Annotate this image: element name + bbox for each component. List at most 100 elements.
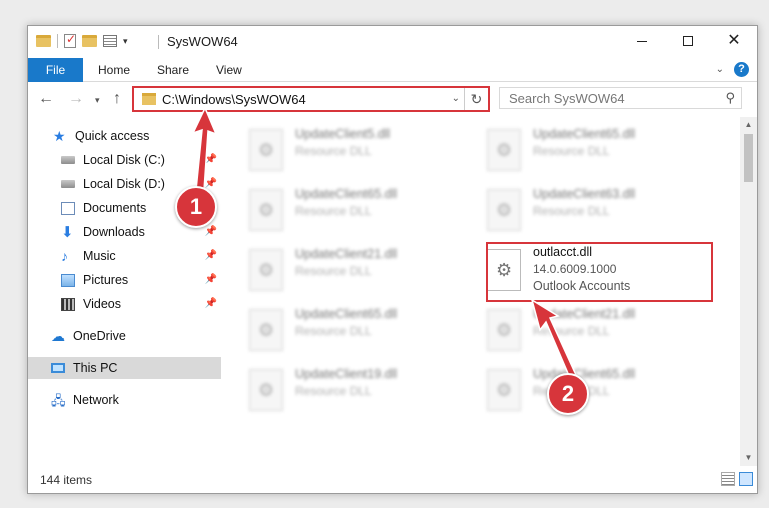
highlight-box bbox=[486, 242, 713, 302]
pin-icon[interactable]: 📌 bbox=[205, 274, 217, 285]
dll-file-icon bbox=[487, 189, 521, 231]
sidebar-item-label: Documents bbox=[83, 201, 147, 215]
star-icon: ★ bbox=[53, 127, 66, 144]
file-type: Resource DLL bbox=[533, 144, 610, 158]
dll-file-icon bbox=[249, 369, 283, 411]
details-view-icon[interactable] bbox=[721, 472, 735, 486]
sidebar-item-label: Local Disk (C:) bbox=[83, 153, 165, 167]
file-name: UpdateClient65.dll bbox=[533, 127, 636, 141]
maximize-button[interactable] bbox=[665, 26, 711, 56]
callout-badge-1: 1 bbox=[175, 186, 217, 228]
recent-locations-icon[interactable]: ▾ bbox=[95, 95, 100, 106]
file-item[interactable]: UpdateClient65.dll Resource DLL bbox=[463, 123, 693, 177]
pin-icon[interactable]: 📌 bbox=[205, 250, 217, 261]
navigation-row: ← → ▾ ↑ C:\Windows\SysWOW64 ⌄ ↻ Search S… bbox=[28, 83, 757, 117]
file-item[interactable]: UpdateClient19.dll Resource DLL bbox=[225, 363, 455, 417]
file-item[interactable]: UpdateClient21.dll Resource DLL bbox=[463, 303, 693, 357]
file-name: UpdateClient65.dll bbox=[295, 307, 398, 321]
scroll-up-icon[interactable]: ▲ bbox=[740, 117, 757, 133]
file-type: Resource DLL bbox=[533, 324, 610, 338]
customize-icon[interactable] bbox=[103, 35, 117, 47]
pin-icon[interactable]: 📌 bbox=[205, 154, 217, 165]
file-type: Resource DLL bbox=[295, 144, 372, 158]
help-icon[interactable]: ? bbox=[734, 62, 749, 77]
file-type: Resource DLL bbox=[295, 384, 372, 398]
expand-ribbon-icon[interactable]: ⌄ bbox=[716, 64, 724, 75]
sidebar-item-music[interactable]: ♪ Music 📌 bbox=[28, 245, 221, 267]
file-name: UpdateClient19.dll bbox=[295, 367, 398, 381]
sidebar-item-network[interactable]: 🖧 Network bbox=[28, 389, 221, 411]
file-item[interactable]: UpdateClient5.dll Resource DLL bbox=[225, 123, 455, 177]
file-name: UpdateClient21.dll bbox=[295, 247, 398, 261]
sidebar-item-quick-access[interactable]: ★ Quick access bbox=[28, 125, 221, 147]
pin-icon[interactable]: 📌 bbox=[205, 298, 217, 309]
item-count: 144 items bbox=[40, 473, 93, 487]
back-button[interactable]: ← bbox=[38, 90, 54, 108]
sidebar-item-onedrive[interactable]: ☁ OneDrive bbox=[28, 325, 221, 347]
minimize-icon bbox=[637, 40, 647, 42]
file-item[interactable]: UpdateClient21.dll Resource DLL bbox=[225, 243, 455, 297]
chevron-down-icon[interactable]: ▾ bbox=[123, 36, 128, 47]
sidebar-item-label: Quick access bbox=[75, 129, 150, 143]
dll-file-icon bbox=[249, 249, 283, 291]
address-bar[interactable]: C:\Windows\SysWOW64 ⌄ ↻ bbox=[132, 86, 490, 112]
tab-share[interactable]: Share bbox=[157, 58, 189, 82]
close-icon: ✕ bbox=[727, 32, 741, 49]
tab-view[interactable]: View bbox=[216, 58, 242, 82]
new-folder-icon[interactable] bbox=[82, 35, 97, 47]
music-icon: ♪ bbox=[61, 247, 68, 264]
address-path[interactable]: C:\Windows\SysWOW64 bbox=[162, 92, 306, 107]
sidebar-item-label: Network bbox=[73, 393, 119, 407]
file-type: Resource DLL bbox=[295, 324, 372, 338]
pin-icon[interactable]: 📌 bbox=[205, 178, 217, 189]
window-title: SysWOW64 bbox=[167, 34, 238, 49]
title-divider bbox=[158, 35, 159, 49]
dll-file-icon bbox=[487, 309, 521, 351]
file-item[interactable]: UpdateClient65.dll Resource DLL bbox=[225, 303, 455, 357]
status-bar: 144 items bbox=[28, 467, 757, 493]
sidebar-item-videos[interactable]: Videos 📌 bbox=[28, 293, 221, 315]
properties-check-icon[interactable] bbox=[64, 32, 76, 48]
minimize-button[interactable] bbox=[619, 26, 665, 56]
dll-file-icon bbox=[487, 369, 521, 411]
dll-file-icon bbox=[487, 129, 521, 171]
cloud-icon: ☁ bbox=[51, 327, 65, 344]
dll-file-icon bbox=[249, 129, 283, 171]
tab-home[interactable]: Home bbox=[98, 58, 130, 82]
search-placeholder[interactable]: Search SysWOW64 bbox=[509, 91, 625, 106]
scroll-down-icon[interactable]: ▼ bbox=[740, 450, 757, 466]
folder-icon bbox=[142, 93, 156, 105]
close-button[interactable]: ✕ bbox=[711, 26, 757, 56]
drive-icon bbox=[61, 156, 75, 164]
chevron-down-icon[interactable]: ⌄ bbox=[452, 93, 460, 104]
network-icon: 🖧 bbox=[51, 392, 66, 408]
scroll-thumb[interactable] bbox=[744, 134, 753, 182]
file-item[interactable]: UpdateClient63.dll Resource DLL bbox=[463, 183, 693, 237]
quick-access-toolbar: ▾ bbox=[36, 32, 128, 48]
sidebar-item-local-disk-c[interactable]: Local Disk (C:) 📌 bbox=[28, 149, 221, 171]
videos-icon bbox=[61, 297, 75, 311]
file-name: UpdateClient21.dll bbox=[533, 307, 636, 321]
folder-icon bbox=[36, 35, 51, 47]
toolbar-divider bbox=[57, 34, 58, 48]
vertical-scrollbar[interactable]: ▲ ▼ bbox=[740, 117, 757, 466]
file-item[interactable]: UpdateClient65.dll Resource DLL bbox=[225, 183, 455, 237]
file-name: UpdateClient63.dll bbox=[533, 187, 636, 201]
title-bar: ▾ SysWOW64 ✕ bbox=[28, 26, 757, 58]
sidebar-item-label: OneDrive bbox=[73, 329, 126, 343]
refresh-button[interactable]: ↻ bbox=[464, 88, 488, 110]
sidebar-item-label: Pictures bbox=[83, 273, 129, 287]
tiles-view-icon[interactable] bbox=[739, 472, 753, 486]
pin-icon[interactable]: 📌 bbox=[205, 226, 217, 237]
search-icon[interactable]: ⚲ bbox=[725, 90, 735, 106]
sidebar-item-label: Videos bbox=[83, 297, 121, 311]
sidebar-item-pictures[interactable]: Pictures 📌 bbox=[28, 269, 221, 291]
forward-button[interactable]: → bbox=[68, 90, 84, 108]
pictures-icon bbox=[61, 273, 75, 287]
file-explorer-window: ▾ SysWOW64 ✕ File Home Share View ⌄ ? ← … bbox=[27, 25, 758, 494]
tab-file[interactable]: File bbox=[28, 58, 83, 82]
file-name: UpdateClient65.dll bbox=[295, 187, 398, 201]
sidebar-item-this-pc[interactable]: This PC bbox=[28, 357, 221, 379]
up-button[interactable]: ↑ bbox=[113, 90, 121, 108]
search-box[interactable]: Search SysWOW64 ⚲ bbox=[499, 87, 742, 109]
